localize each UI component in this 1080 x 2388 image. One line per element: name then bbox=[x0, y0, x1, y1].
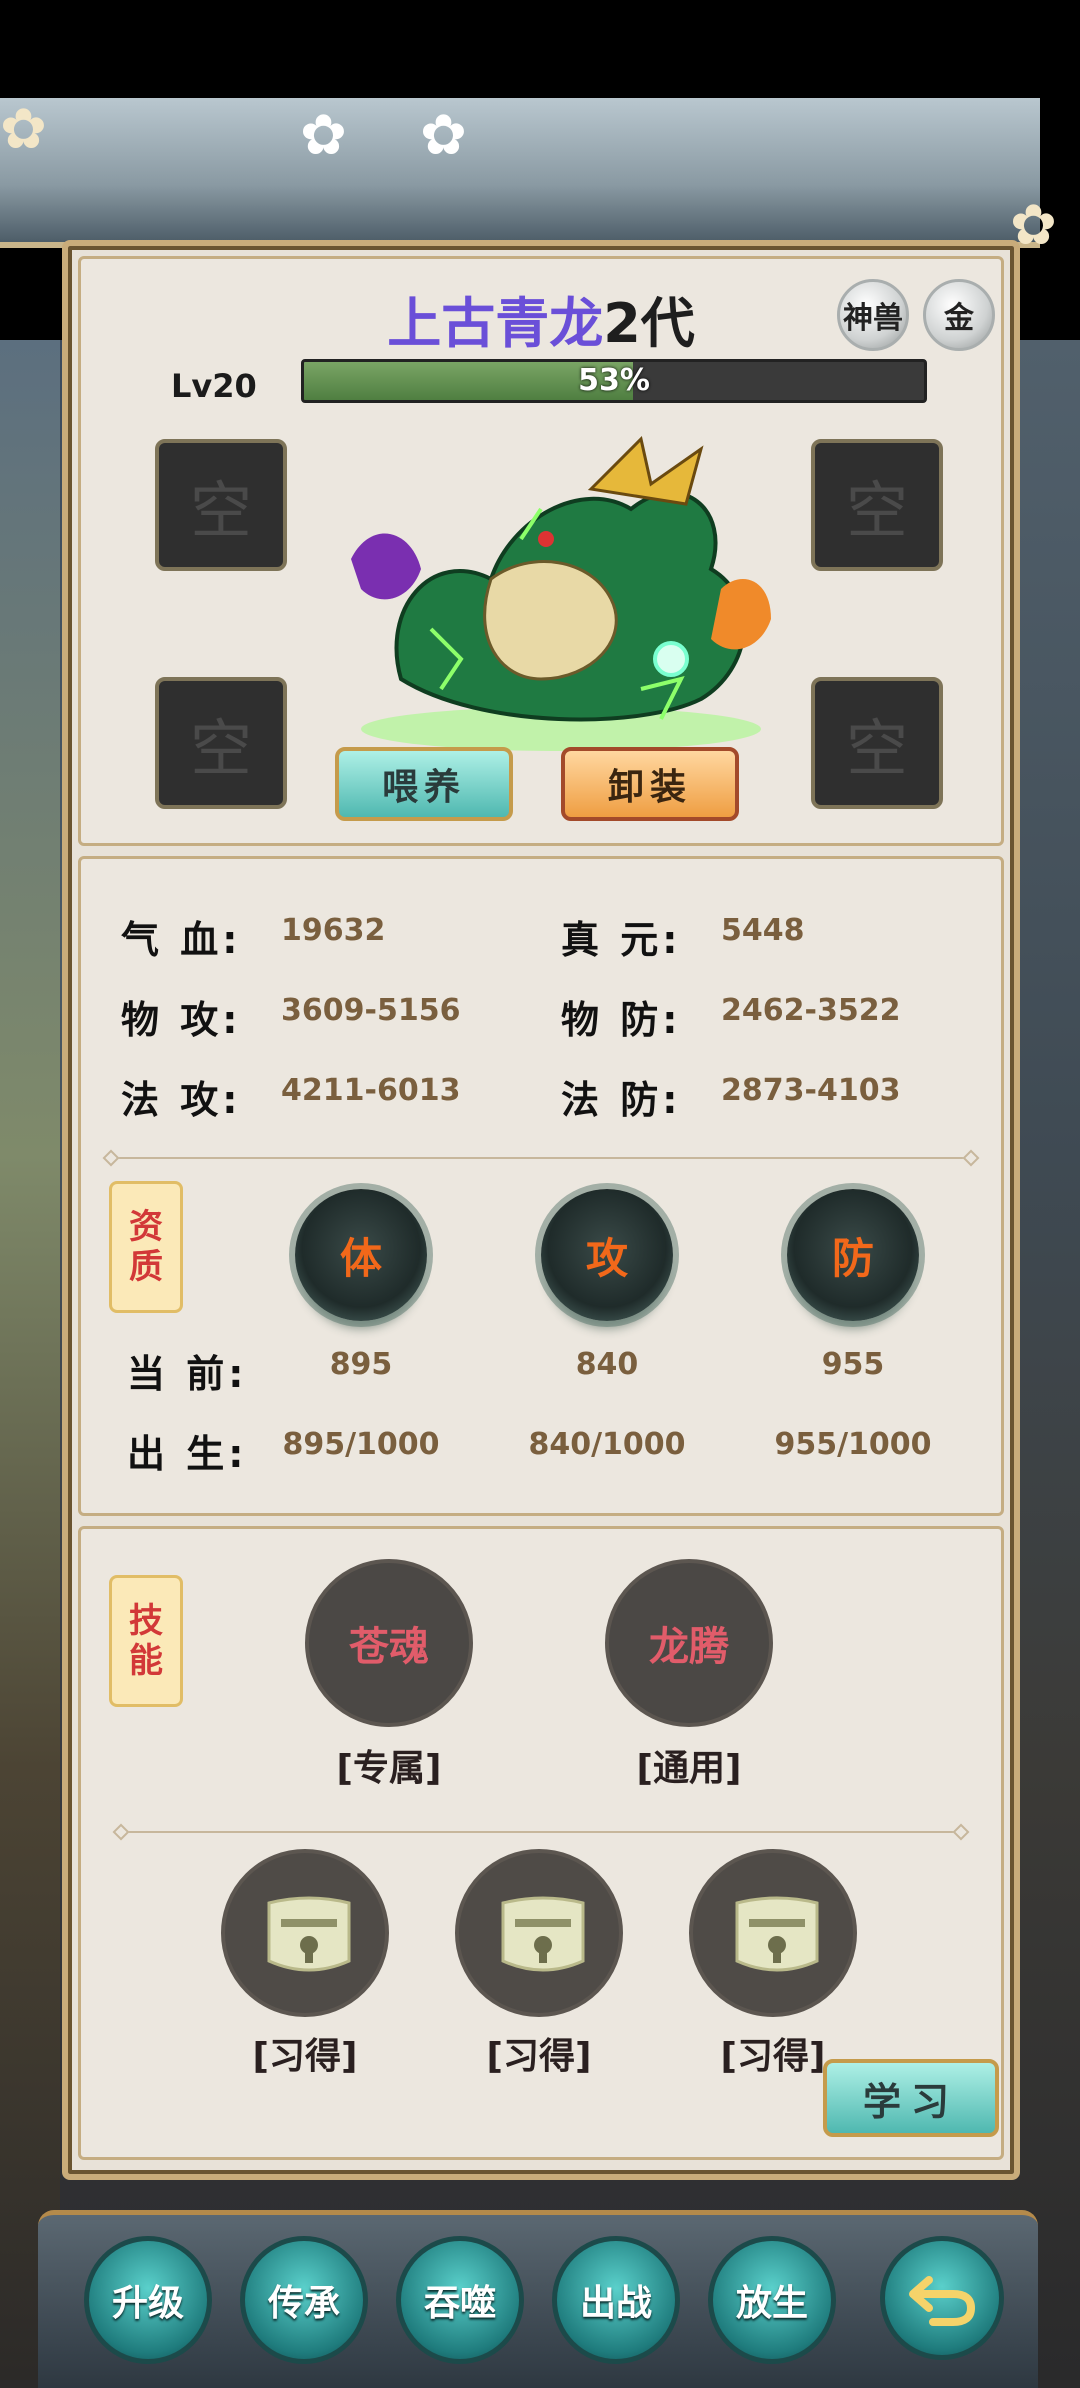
pet-detail-panel: 上古青龙2代 神兽 金 Lv20 53% 空 空 空 空 喂养 卸装 气 血: … bbox=[62, 240, 1020, 2180]
lock-icon bbox=[735, 1896, 819, 1972]
patk-value: 3609-5156 bbox=[281, 993, 461, 1028]
divine-beast-badge[interactable]: 神兽 bbox=[837, 279, 909, 351]
mdef-value: 2873-4103 bbox=[721, 1073, 901, 1108]
hp-value: 19632 bbox=[281, 913, 386, 948]
feed-button[interactable]: 喂养 bbox=[335, 747, 513, 821]
pet-name: 上古青龙 bbox=[387, 292, 604, 355]
deploy-button[interactable]: 出战 bbox=[552, 2236, 680, 2364]
skills-tag-char: 技 bbox=[129, 1601, 163, 1641]
pet-stats-section: 气 血: 19632 真 元: 5448 物 攻: 3609-5156 物 防:… bbox=[78, 856, 1004, 1516]
current-constitution: 895 bbox=[329, 1347, 393, 1382]
current-attack: 840 bbox=[575, 1347, 639, 1382]
defense-orb[interactable]: 防 bbox=[787, 1189, 919, 1321]
back-button[interactable] bbox=[880, 2236, 1004, 2360]
matk-value: 4211-6013 bbox=[281, 1073, 461, 1108]
hp-label: 气 血: bbox=[121, 918, 242, 962]
flower-icon: ✿ bbox=[300, 103, 347, 168]
locked-skill-slot-1[interactable] bbox=[221, 1849, 389, 2017]
locked-skill-caption-2: [习得] bbox=[486, 2036, 592, 2077]
skill-longteng[interactable]: 龙腾 bbox=[605, 1559, 773, 1727]
skills-tag-char: 能 bbox=[129, 1641, 163, 1681]
birth-label: 出 生: bbox=[127, 1432, 248, 1476]
current-label: 当 前: bbox=[127, 1352, 248, 1396]
locked-skill-slot-3[interactable] bbox=[689, 1849, 857, 2017]
skills-tag: 技 能 bbox=[109, 1575, 183, 1707]
aptitude-tag-char: 质 bbox=[129, 1247, 163, 1287]
birth-defense: 955/1000 bbox=[774, 1427, 932, 1462]
pet-header-section: 上古青龙2代 神兽 金 Lv20 53% 空 空 空 空 喂养 卸装 bbox=[78, 256, 1004, 846]
current-defense: 955 bbox=[821, 1347, 885, 1382]
patk-label: 物 攻: bbox=[121, 998, 242, 1042]
equip-slot-4[interactable]: 空 bbox=[811, 677, 943, 809]
aptitude-tag-char: 资 bbox=[129, 1207, 163, 1247]
locked-skill-slot-2[interactable] bbox=[455, 1849, 623, 2017]
mdef-label: 法 防: bbox=[561, 1078, 682, 1122]
constitution-orb[interactable]: 体 bbox=[295, 1189, 427, 1321]
flower-icon: ✿ bbox=[0, 97, 47, 162]
skill-longteng-type: [通用] bbox=[636, 1748, 742, 1789]
learn-skill-button[interactable]: 学习 bbox=[823, 2059, 999, 2137]
scene-left bbox=[0, 340, 60, 2380]
stats-divider bbox=[111, 1157, 971, 1159]
pdef-value: 2462-3522 bbox=[721, 993, 901, 1028]
locked-skill-caption-1: [习得] bbox=[252, 2036, 358, 2077]
matk-label: 法 攻: bbox=[121, 1078, 242, 1122]
inherit-button[interactable]: 传承 bbox=[240, 2236, 368, 2364]
flower-icon: ✿ bbox=[420, 103, 467, 168]
birth-attack: 840/1000 bbox=[528, 1427, 686, 1462]
return-arrow-icon bbox=[909, 2276, 976, 2326]
skill-canghun[interactable]: 苍魂 bbox=[305, 1559, 473, 1727]
equip-slot-3[interactable]: 空 bbox=[155, 677, 287, 809]
release-button[interactable]: 放生 bbox=[708, 2236, 836, 2364]
top-banner: ✿ ✿ ✿ ✿ bbox=[0, 97, 1057, 254]
mp-value: 5448 bbox=[721, 913, 805, 948]
pet-level: Lv20 bbox=[171, 367, 257, 405]
pdef-label: 物 防: bbox=[561, 998, 682, 1042]
mp-label: 真 元: bbox=[561, 918, 682, 962]
attack-orb[interactable]: 攻 bbox=[541, 1189, 673, 1321]
equip-slot-2[interactable]: 空 bbox=[811, 439, 943, 571]
azure-dragon-portrait bbox=[351, 436, 771, 751]
exp-bar: 53% bbox=[301, 359, 927, 403]
lock-icon bbox=[267, 1896, 351, 1972]
aptitude-tag: 资 质 bbox=[109, 1181, 183, 1313]
skill-canghun-type: [专属] bbox=[336, 1748, 442, 1789]
devour-button[interactable]: 吞噬 bbox=[396, 2236, 524, 2364]
pet-generation: 2代 bbox=[603, 292, 695, 355]
pet-skills-section: 技 能 苍魂 [专属] 龙腾 [通用] [习得] [习得] [习得] 学习 bbox=[78, 1526, 1004, 2160]
gold-grade-badge[interactable]: 金 bbox=[923, 279, 995, 351]
unequip-button[interactable]: 卸装 bbox=[561, 747, 739, 821]
exp-percent: 53% bbox=[578, 363, 650, 398]
skills-divider bbox=[121, 1831, 961, 1833]
birth-constitution: 895/1000 bbox=[282, 1427, 440, 1462]
lock-icon bbox=[501, 1896, 585, 1972]
upgrade-button[interactable]: 升级 bbox=[84, 2236, 212, 2364]
equip-slot-1[interactable]: 空 bbox=[155, 439, 287, 571]
